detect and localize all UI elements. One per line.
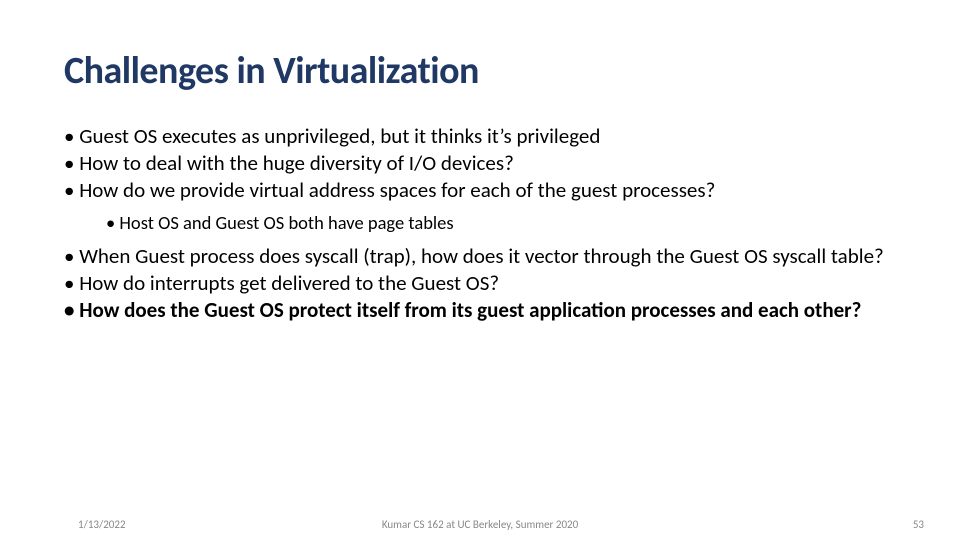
bullet-item: When Guest process does syscall (trap), … <box>64 244 900 269</box>
bullet-item: Guest OS executes as unprivileged, but i… <box>64 124 900 149</box>
slide-body: Guest OS executes as unprivileged, but i… <box>64 124 900 322</box>
footer-page-number: 53 <box>913 518 924 531</box>
bullet-item: How does the Guest OS protect itself fro… <box>64 298 900 323</box>
slide-title: Challenges in Virtualization <box>64 48 900 94</box>
footer-course: Kumar CS 162 at UC Berkeley, Summer 2020 <box>0 518 960 531</box>
bullet-item: How to deal with the huge diversity of I… <box>64 151 900 176</box>
bullet-item: How do interrupts get delivered to the G… <box>64 271 900 296</box>
bullet-subitem: Host OS and Guest OS both have page tabl… <box>64 212 900 234</box>
bullet-item: How do we provide virtual address spaces… <box>64 178 900 203</box>
slide: Challenges in Virtualization Guest OS ex… <box>0 0 960 540</box>
